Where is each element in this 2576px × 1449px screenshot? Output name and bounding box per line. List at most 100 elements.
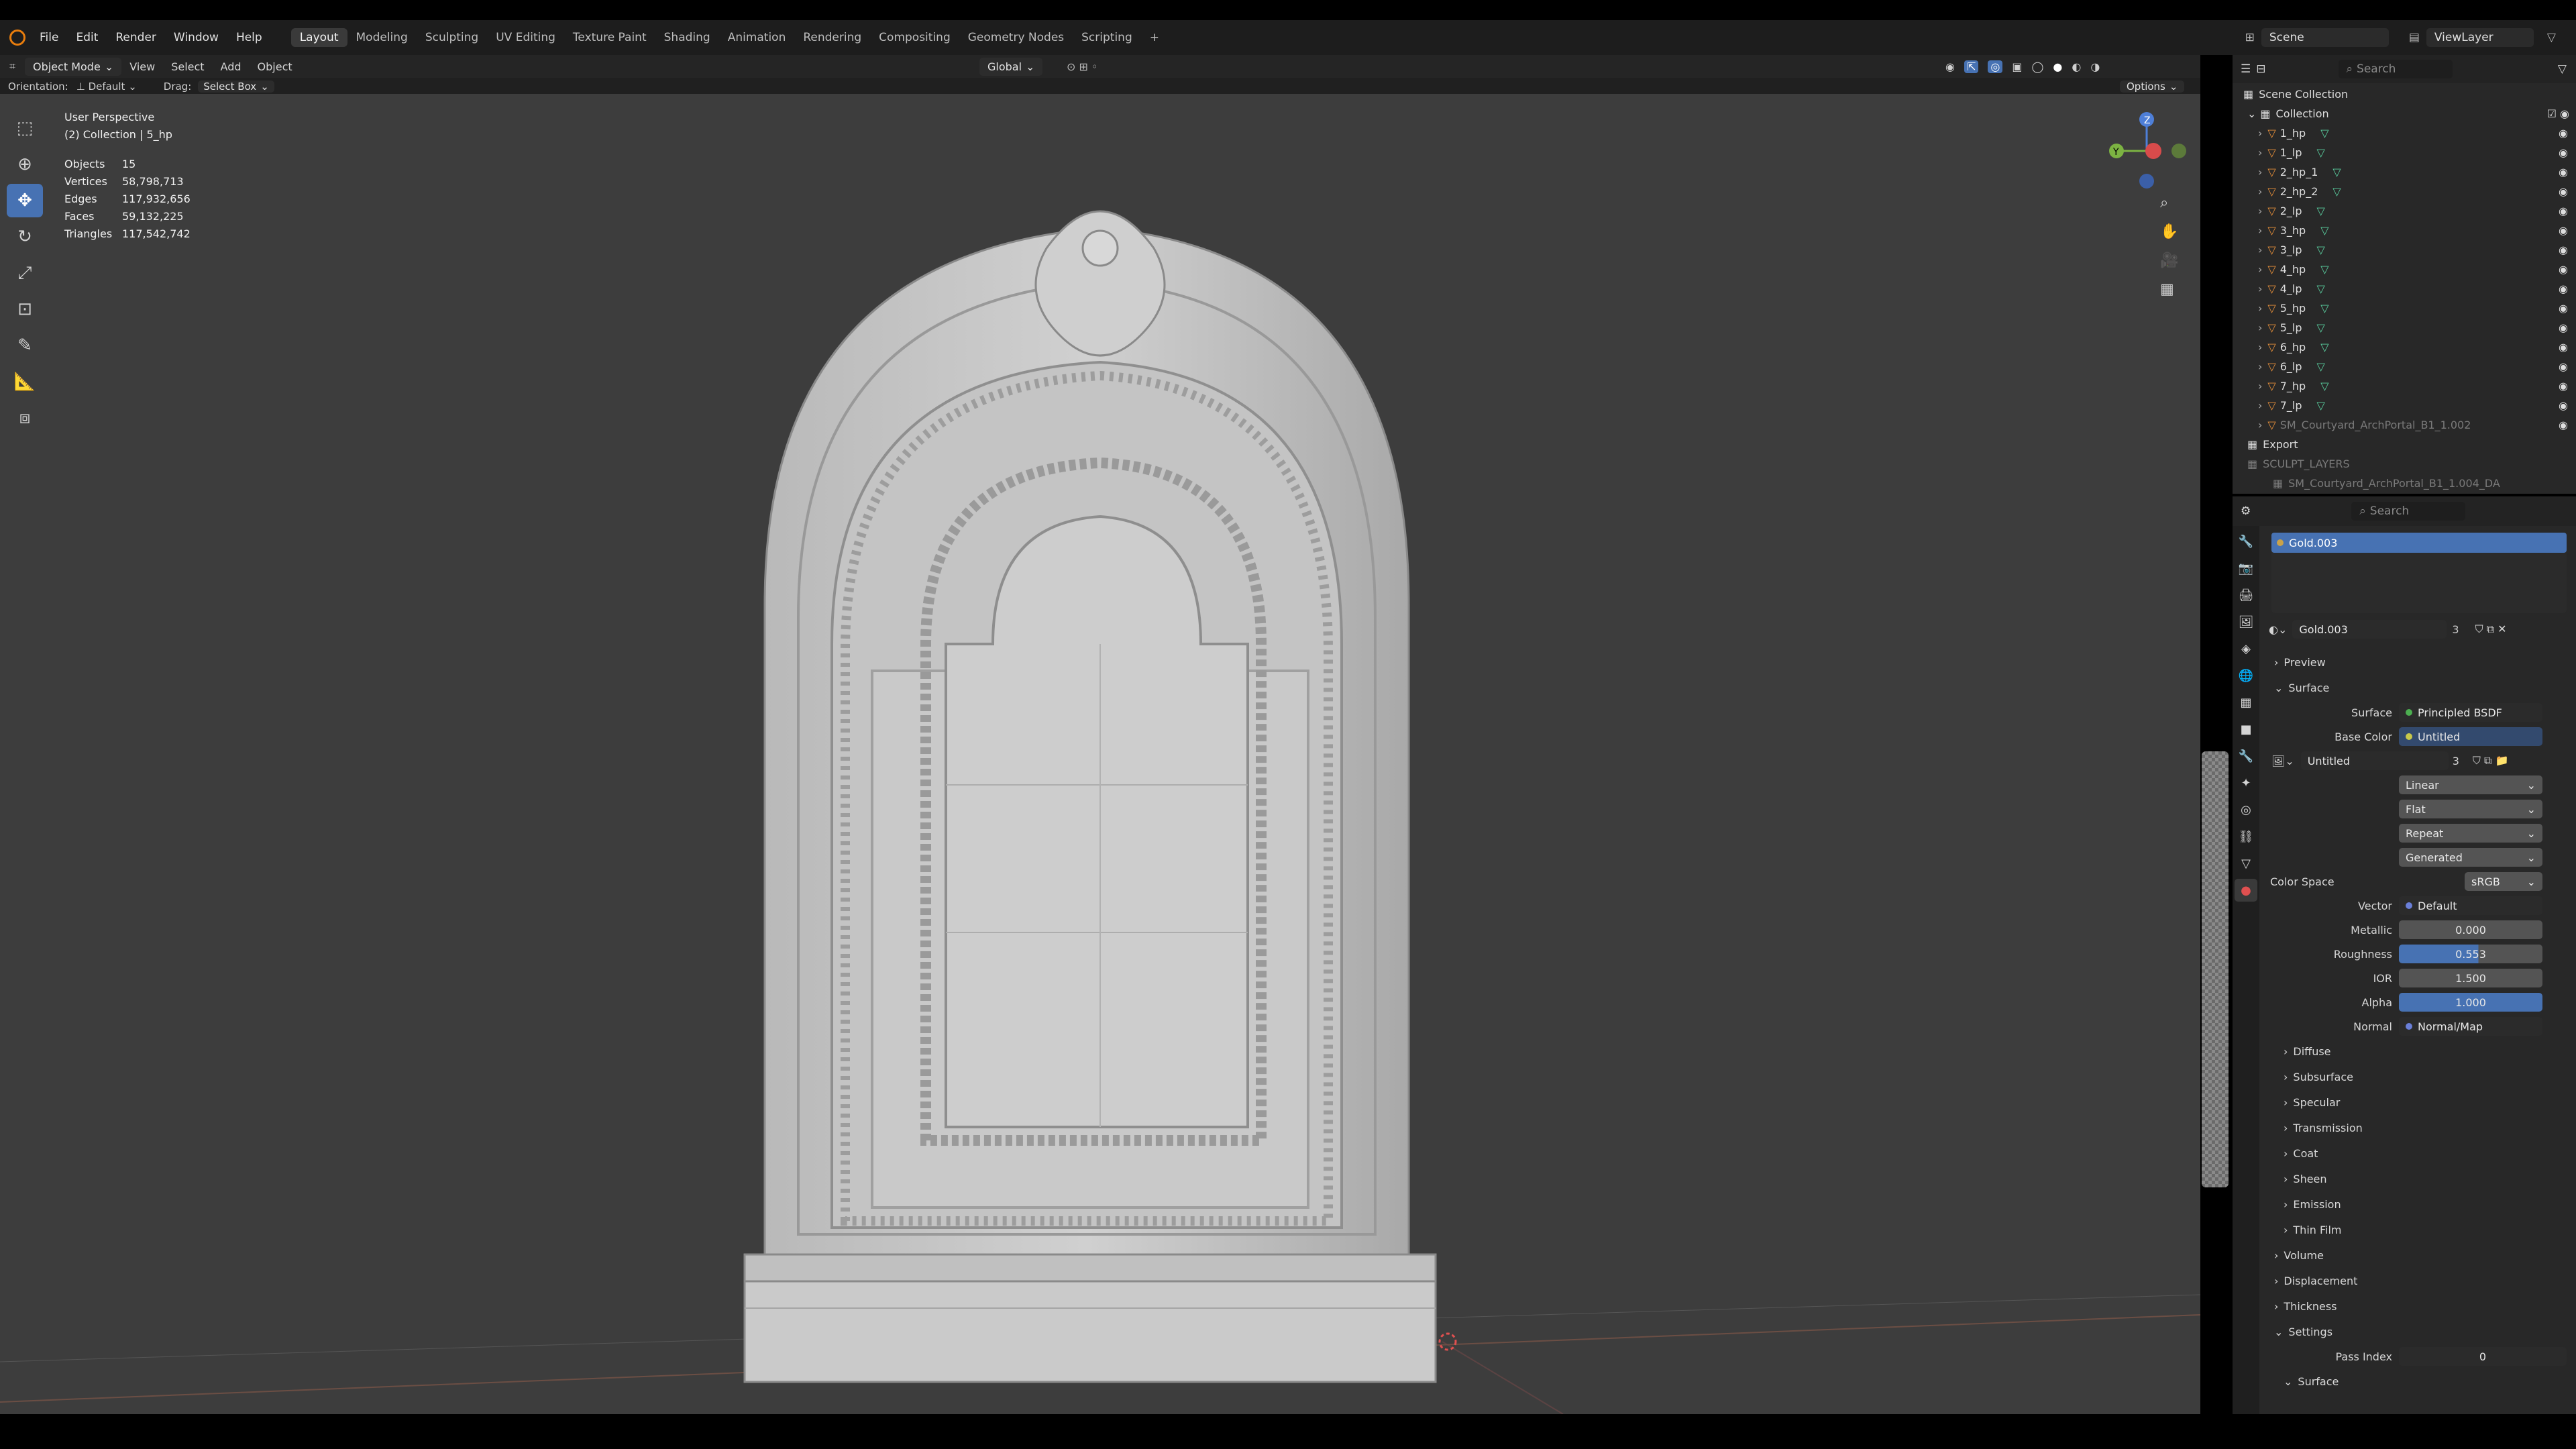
mode-selector[interactable]: Object Mode ⌄ <box>25 57 122 76</box>
visibility-eye-icon[interactable]: ◉ <box>2559 302 2568 315</box>
subsection-diffuse[interactable]: › Diffuse <box>2263 1038 2576 1064</box>
visibility-eye-icon[interactable]: ◉ <box>2559 127 2568 140</box>
menu-file[interactable]: File <box>31 31 67 44</box>
move-tool-icon[interactable]: ✥ <box>7 184 43 217</box>
rotate-tool-icon[interactable]: ↻ <box>7 220 43 254</box>
output-tab-icon[interactable]: 🖨 <box>2235 584 2257 606</box>
image-icon[interactable]: 🖼⌄ <box>2271 755 2294 767</box>
display-mode-icon[interactable]: ⊟ <box>2256 62 2265 76</box>
camera-view-icon[interactable]: 🎥 <box>2160 252 2178 269</box>
material-tab-icon[interactable]: ● <box>2235 879 2257 902</box>
world-tab-icon[interactable]: 🌐 <box>2235 664 2257 687</box>
snap-icon[interactable]: ⊙ ⊞ ◦ <box>1067 60 1097 73</box>
image-name-field[interactable]: Untitled <box>2300 751 2449 770</box>
viewlayer-selector[interactable]: ViewLayer <box>2426 28 2534 47</box>
pan-hand-icon[interactable]: ✋ <box>2160 223 2178 240</box>
outliner-item[interactable]: › ▽ 5_hp ▽ ◉ <box>2233 299 2576 318</box>
options-button[interactable]: Options ⌄ <box>2120 80 2185 93</box>
menu-render[interactable]: Render <box>107 31 165 44</box>
tab-scripting[interactable]: Scripting <box>1073 28 1141 47</box>
editor-type-icon[interactable]: ⌗ <box>9 60 15 73</box>
chevron-right-icon[interactable]: › <box>2258 263 2262 276</box>
chevron-right-icon[interactable]: › <box>2258 380 2262 392</box>
visibility-eye-icon[interactable]: ◉ <box>2559 263 2568 276</box>
modifier-tab-icon[interactable]: 🔧 <box>2235 745 2257 767</box>
tool-tab-icon[interactable]: 🔧 <box>2235 530 2257 553</box>
menu-edit[interactable]: Edit <box>67 31 107 44</box>
outliner-item[interactable]: › ▽ 6_hp ▽ ◉ <box>2233 337 2576 357</box>
chevron-right-icon[interactable]: › <box>2258 146 2262 159</box>
outliner-item[interactable]: › ▽ 4_hp ▽ ◉ <box>2233 260 2576 279</box>
visibility-eye-icon[interactable]: ◉ <box>2559 205 2568 217</box>
region-scrollbar[interactable] <box>2202 751 2229 1187</box>
data-tab-icon[interactable]: ▽ <box>2235 852 2257 875</box>
material-users-count[interactable]: 3 <box>2452 623 2459 636</box>
chevron-right-icon[interactable]: › <box>2258 399 2262 412</box>
thickness-section[interactable]: › Thickness <box>2263 1293 2576 1319</box>
outliner-item[interactable]: › ▽ SM_Courtyard_ArchPortal_B1_1.002 ◉ <box>2233 415 2576 435</box>
material-slot-list[interactable]: Gold.003 <box>2271 533 2567 613</box>
tab-uv-editing[interactable]: UV Editing <box>487 28 564 47</box>
filter-icon[interactable]: ▽ <box>2547 31 2556 44</box>
chevron-right-icon[interactable]: › <box>2258 321 2262 334</box>
subsection-subsurface[interactable]: › Subsurface <box>2263 1064 2576 1089</box>
measure-tool-icon[interactable]: 📐 <box>7 365 43 398</box>
tab-texture-paint[interactable]: Texture Paint <box>564 28 655 47</box>
tab-shading[interactable]: Shading <box>655 28 719 47</box>
menu-object[interactable]: Object <box>250 60 301 73</box>
tab-layout[interactable]: Layout <box>290 28 347 47</box>
scene-tab-icon[interactable]: ◈ <box>2235 637 2257 660</box>
projection-select[interactable]: Flat ⌄ <box>2399 800 2542 818</box>
wireframe-shading-icon[interactable]: ◯ <box>2031 60 2043 73</box>
3d-viewport[interactable]: Z Y User Perspective (2) Collection | 5_… <box>0 94 2200 1414</box>
rendered-shading-icon[interactable]: ◑ <box>2090 60 2100 73</box>
open-image-icon[interactable]: ⛉ ⧉ 📁 <box>2473 754 2509 767</box>
chevron-right-icon[interactable]: › <box>2258 205 2262 217</box>
fake-user-icon[interactable]: ⛉ ⧉ ✕ <box>2475 623 2507 636</box>
chevron-right-icon[interactable]: › <box>2258 127 2262 140</box>
view-layer-tab-icon[interactable]: 🖼 <box>2235 610 2257 633</box>
chevron-right-icon[interactable]: › <box>2258 282 2262 295</box>
displacement-section[interactable]: › Displacement <box>2263 1268 2576 1293</box>
extension-select[interactable]: Repeat ⌄ <box>2399 824 2542 843</box>
chevron-right-icon[interactable]: › <box>2258 419 2262 431</box>
zoom-icon[interactable]: ⌕ <box>2160 195 2178 211</box>
material-name-field[interactable]: Gold.003 <box>2292 620 2447 639</box>
outliner-item[interactable]: › ▽ 3_hp ▽ ◉ <box>2233 221 2576 240</box>
visibility-eye-icon[interactable]: ◉ <box>2559 244 2568 256</box>
outliner-item[interactable]: › ▽ 1_hp ▽ ◉ <box>2233 123 2576 143</box>
menu-view[interactable]: View <box>121 60 163 73</box>
chevron-right-icon[interactable]: › <box>2258 341 2262 354</box>
render-tab-icon[interactable]: 📷 <box>2235 557 2257 580</box>
subsection-specular[interactable]: › Specular <box>2263 1089 2576 1115</box>
drag-selector[interactable]: Select Box ⌄ <box>198 80 274 93</box>
subsection-emission[interactable]: › Emission <box>2263 1191 2576 1217</box>
subsection-sheen[interactable]: › Sheen <box>2263 1166 2576 1191</box>
ortho-grid-icon[interactable]: ▦ <box>2160 281 2178 298</box>
add-cube-tool-icon[interactable]: ⧈ <box>7 401 43 435</box>
xray-icon[interactable]: ▣ <box>2012 60 2022 73</box>
annotate-tool-icon[interactable]: ✎ <box>7 329 43 362</box>
image-users-count[interactable]: 3 <box>2453 755 2459 767</box>
menu-window[interactable]: Window <box>165 31 227 44</box>
orientation-selector[interactable]: ⊥ Default ⌄ <box>76 80 137 93</box>
visibility-eye-icon[interactable]: ◉ <box>2559 146 2568 159</box>
scale-tool-icon[interactable]: ⤢ <box>7 256 43 290</box>
3d-cursor-icon[interactable] <box>1438 1332 1457 1351</box>
object-tab-icon[interactable]: ■ <box>2235 718 2257 741</box>
export-collection[interactable]: ▦ Export <box>2233 435 2576 454</box>
add-workspace-button[interactable]: + <box>1141 28 1168 47</box>
outliner-item[interactable]: › ▽ 1_lp ▽ ◉ <box>2233 143 2576 162</box>
outliner-item[interactable]: › ▽ 2_hp_1 ▽ ◉ <box>2233 162 2576 182</box>
tab-sculpting[interactable]: Sculpting <box>417 28 487 47</box>
outliner-item[interactable]: › ▽ 4_lp ▽ ◉ <box>2233 279 2576 299</box>
metallic-slider[interactable]: 0.000 <box>2399 920 2542 939</box>
visibility-eye-icon[interactable]: ◉ <box>2559 380 2568 392</box>
cursor-tool-icon[interactable]: ⊕ <box>7 148 43 181</box>
volume-section[interactable]: › Volume <box>2263 1242 2576 1268</box>
surface-shader-field[interactable]: Principled BSDF <box>2399 703 2542 722</box>
chevron-right-icon[interactable]: › <box>2258 244 2262 256</box>
tree-collection[interactable]: ⌄ ▦ Collection ☑ ◉ <box>2233 104 2576 123</box>
particles-tab-icon[interactable]: ✦ <box>2235 771 2257 794</box>
outliner-item[interactable]: › ▽ 2_lp ▽ ◉ <box>2233 201 2576 221</box>
